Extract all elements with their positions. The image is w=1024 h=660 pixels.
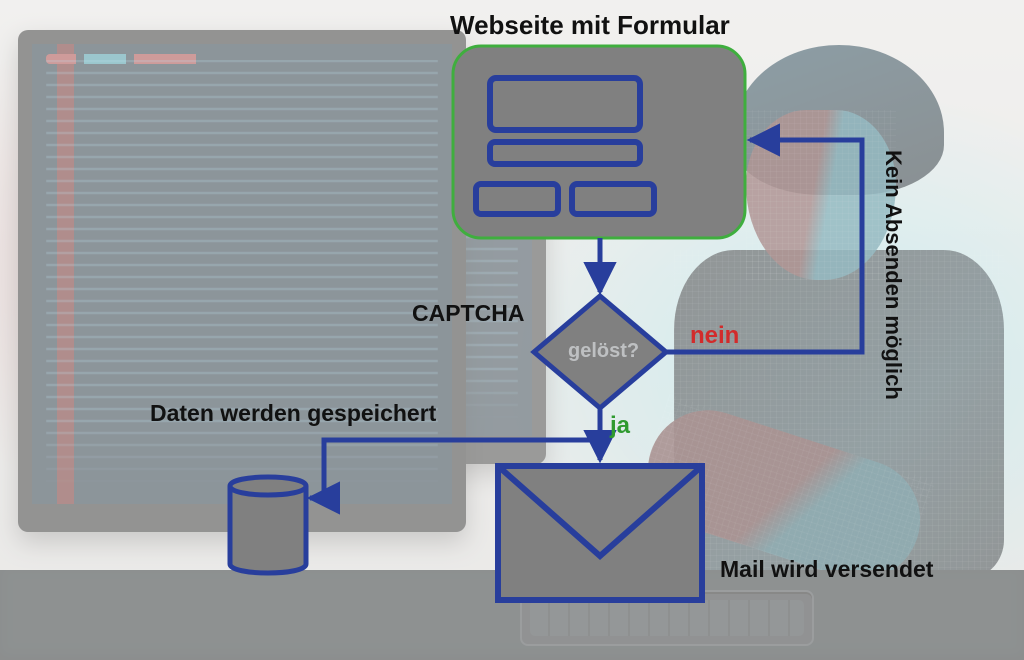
- label-ja: ja: [610, 412, 630, 440]
- label-stored: Daten werden gespeichert: [150, 400, 436, 427]
- label-mail-sent: Mail wird versendet: [720, 556, 933, 583]
- label-captcha: CAPTCHA: [412, 300, 524, 327]
- label-nein: nein: [690, 322, 739, 350]
- node-mail: [498, 466, 702, 600]
- label-geloest: gelöst?: [568, 340, 639, 363]
- label-title: Webseite mit Formular: [450, 10, 730, 41]
- label-no-send: Kein Absenden möglich: [880, 150, 906, 400]
- node-webform: [453, 46, 745, 238]
- node-database: [230, 477, 306, 573]
- captcha-flow-diagram: Webseite mit Formular CAPTCHA gelöst? ne…: [0, 0, 1024, 660]
